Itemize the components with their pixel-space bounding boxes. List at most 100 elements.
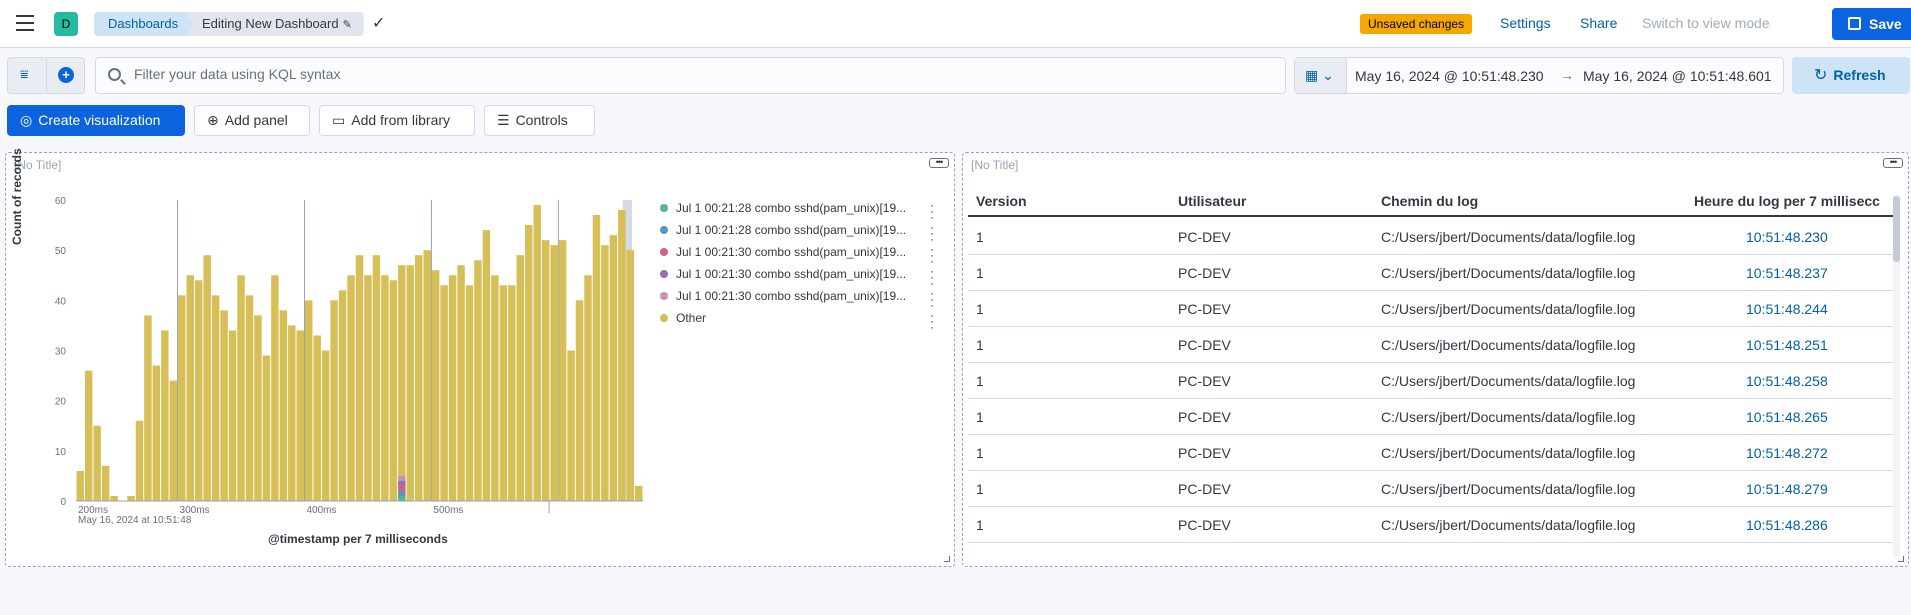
table-cell: 1 (976, 373, 984, 389)
create-visualization-button[interactable]: ◎ Create visualization (7, 105, 185, 136)
table-cell: 1 (976, 229, 984, 245)
legend-actions-icon[interactable]: · · · (929, 265, 935, 289)
add-from-library-button[interactable]: ▭ Add from library (319, 105, 475, 136)
menu-icon[interactable] (16, 15, 34, 31)
table-cell: PC-DEV (1178, 229, 1231, 245)
table-cell: PC-DEV (1178, 481, 1231, 497)
legend-item[interactable]: Jul 1 00:21:28 combo sshd(pam_unix)[19..… (660, 199, 916, 217)
top-header: D Dashboards Editing New Dashboard ✎ ✓ Un… (0, 0, 1911, 48)
save-button-label: Save (1869, 16, 1902, 32)
table-cell: 1 (976, 265, 984, 281)
table-cell-link[interactable]: 10:51:48.251 (1746, 337, 1828, 353)
kql-search-field[interactable] (95, 57, 1286, 94)
table-cell-link[interactable]: 10:51:48.244 (1746, 301, 1828, 317)
legend-actions-icon[interactable]: · · · (929, 199, 935, 223)
x-axis-title: @timestamp per 7 milliseconds (268, 532, 448, 546)
refresh-icon: ↻ (1814, 67, 1828, 84)
column-header[interactable]: Chemin du log (1381, 193, 1478, 209)
table-cell: C:/Users/jbert/Documents/data/logfile.lo… (1381, 553, 1635, 556)
table-row: 1 PC-DEV C:/Users/jbert/Documents/data/log… (968, 363, 1896, 399)
legend-color-icon (660, 292, 668, 300)
table-row: 1 PC-DEV C:/Users/jbert/Documents/data/log… (968, 435, 1896, 471)
share-link[interactable]: Share (1580, 15, 1617, 31)
column-header[interactable]: Heure du log per 7 millisecc (1694, 193, 1880, 209)
table-cell-link[interactable]: 10:51:48.265 (1746, 409, 1828, 425)
save-button[interactable]: Save (1832, 8, 1911, 40)
table-row: 1 PC-DEV C:/Users/jbert/Documents/data/log… (968, 543, 1896, 556)
legend-item[interactable]: Jul 1 00:21:30 combo sshd(pam_unix)[19..… (660, 243, 916, 261)
legend-actions-icon[interactable]: · · · (929, 287, 935, 311)
legend-color-icon (660, 270, 668, 278)
table-cell: 1 (976, 301, 984, 317)
save-icon (1848, 17, 1861, 30)
table-cell: PC-DEV (1178, 265, 1231, 281)
panel-options-icon[interactable]: ••• (929, 158, 949, 168)
add-filter-icon[interactable]: + (58, 67, 74, 83)
legend-actions-icon[interactable]: · · · (929, 309, 935, 333)
arrow-right-icon: → (1560, 67, 1574, 83)
switch-view-mode-link[interactable]: Switch to view mode (1642, 15, 1770, 31)
column-header[interactable]: Version (976, 193, 1027, 209)
controls-icon: ☰ (497, 112, 510, 128)
legend-item[interactable]: Jul 1 00:21:30 combo sshd(pam_unix)[19..… (660, 265, 916, 283)
table-cell: 1 (976, 517, 984, 533)
legend-actions-icon[interactable]: · · · (929, 221, 935, 245)
table-cell-link[interactable]: 10:51:48.293 (1746, 553, 1828, 556)
table-cell: PC-DEV (1178, 517, 1231, 533)
y-axis-title: Count of records (10, 148, 24, 245)
legend-label: Other (676, 311, 707, 325)
legend-color-icon (660, 314, 668, 322)
table-cell: PC-DEV (1178, 337, 1231, 353)
table-cell-link[interactable]: 10:51:48.272 (1746, 445, 1828, 461)
add-panel-button[interactable]: ⊕ Add panel (194, 105, 310, 136)
refresh-label: Refresh (1833, 67, 1886, 83)
table-header: Version Utilisateur Chemin du log Heure … (968, 186, 1896, 217)
breadcrumb-current: Editing New Dashboard ✎ (186, 12, 364, 36)
data-table: Version Utilisateur Chemin du log Heure … (968, 186, 1896, 556)
filter-options-button[interactable]: ⩸ + (7, 57, 85, 94)
table-cell-link[interactable]: 10:51:48.279 (1746, 481, 1828, 497)
date-end[interactable]: May 16, 2024 @ 10:51:48.601 (1583, 68, 1772, 84)
panel-options-icon[interactable]: ••• (1883, 158, 1903, 168)
column-header[interactable]: Utilisateur (1178, 193, 1246, 209)
controls-button[interactable]: ☰ Controls (484, 105, 595, 136)
legend-item[interactable]: Jul 1 00:21:30 combo sshd(pam_unix)[19..… (660, 287, 916, 305)
table-cell-link[interactable]: 10:51:48.286 (1746, 517, 1828, 533)
table-cell: PC-DEV (1178, 373, 1231, 389)
table-row: 1 PC-DEV C:/Users/jbert/Documents/data/log… (968, 471, 1896, 507)
legend-color-icon (660, 226, 668, 234)
table-cell: PC-DEV (1178, 409, 1231, 425)
controls-label: Controls (515, 112, 568, 128)
space-avatar[interactable]: D (54, 12, 78, 36)
legend-item[interactable]: Other (660, 309, 916, 327)
table-cell-link[interactable]: 10:51:48.237 (1746, 265, 1828, 281)
refresh-button[interactable]: ↻ Refresh (1792, 57, 1910, 94)
table-cell: C:/Users/jbert/Documents/data/logfile.lo… (1381, 229, 1636, 245)
resize-handle-icon[interactable] (944, 556, 950, 562)
add-panel-label: Add panel (224, 112, 288, 128)
settings-link[interactable]: Settings (1500, 15, 1551, 31)
table-cell: C:/Users/jbert/Documents/data/logfile.lo… (1381, 373, 1636, 389)
resize-handle-icon[interactable] (1898, 556, 1904, 562)
legend-label: Jul 1 00:21:30 combo sshd(pam_unix)[19..… (676, 289, 907, 303)
date-picker[interactable]: ▦ ⌄ May 16, 2024 @ 10:51:48.230 → May 16… (1294, 57, 1784, 94)
table-row: 1 PC-DEV C:/Users/jbert/Documents/data/log… (968, 255, 1896, 291)
legend-item[interactable]: Jul 1 00:21:28 combo sshd(pam_unix)[19..… (660, 221, 916, 239)
checkmark-icon[interactable]: ✓ (372, 13, 385, 33)
table-cell-link[interactable]: 10:51:48.258 (1746, 373, 1828, 389)
table-cell-link[interactable]: 10:51:48.230 (1746, 229, 1828, 245)
breadcrumb-current-label: Editing New Dashboard (202, 16, 339, 31)
date-start[interactable]: May 16, 2024 @ 10:51:48.230 (1355, 68, 1544, 84)
table-scrollbar[interactable] (1893, 196, 1900, 556)
breadcrumb-dashboards[interactable]: Dashboards (94, 12, 200, 36)
pencil-icon[interactable]: ✎ (343, 19, 352, 31)
search-input[interactable] (134, 66, 1234, 82)
unsaved-changes-badge: Unsaved changes (1360, 14, 1473, 34)
calendar-icon[interactable]: ▦ ⌄ (1295, 58, 1347, 93)
table-row: 1 PC-DEV C:/Users/jbert/Documents/data/log… (968, 507, 1896, 543)
legend-color-icon (660, 204, 668, 212)
table-cell: PC-DEV (1178, 553, 1231, 556)
filter-icon[interactable]: ⩸ (20, 66, 29, 83)
table-cell: C:/Users/jbert/Documents/data/logfile.lo… (1381, 301, 1636, 317)
legend-actions-icon[interactable]: · · · (929, 243, 935, 267)
